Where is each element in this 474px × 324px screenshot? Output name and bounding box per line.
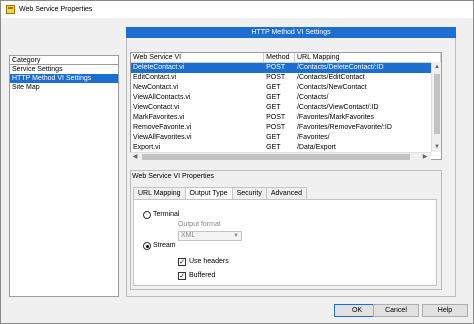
- cell-web-service-vi: ViewContact.vi: [133, 104, 180, 111]
- cell-url-mapping: /Contacts/ViewContact/:ID: [296, 104, 379, 111]
- table-row[interactable]: MarkFavorites.vi POST/Favorites/MarkFavor…: [131, 113, 441, 123]
- vi-table: Web Service VI Method URL Mapping Delete…: [130, 52, 442, 160]
- vi-properties-title: Web Service VI Properties: [132, 173, 214, 180]
- tab-security[interactable]: Security: [231, 187, 267, 199]
- output-type-panel: Terminal Output format XML ▼ Stream ✓ Us…: [133, 199, 437, 286]
- cell-web-service-vi: MarkFavorites.vi: [133, 114, 185, 121]
- cell-method: POST: [266, 114, 286, 121]
- table-row[interactable]: ViewAllContacts.vi GET/Contacts/: [131, 93, 441, 103]
- table-vertical-scrollbar[interactable]: ▲ ▼: [431, 62, 441, 152]
- cell-web-service-vi: EditContact.vi: [133, 74, 177, 81]
- column-header-url-mapping[interactable]: URL Mapping: [295, 53, 441, 62]
- buffered-label: Buffered: [189, 272, 216, 279]
- table-row[interactable]: ViewContact.vi GET/Contacts/ViewContact/:…: [131, 103, 441, 113]
- scroll-down-icon[interactable]: ▼: [433, 143, 441, 151]
- cell-web-service-vi: ViewAllContacts.vi: [133, 94, 191, 101]
- use-headers-checkbox[interactable]: ✓: [178, 258, 186, 266]
- terminal-radio[interactable]: [143, 211, 151, 219]
- table-header: Web Service VI Method URL Mapping: [131, 53, 441, 63]
- horizontal-scroll-thumb[interactable]: [142, 154, 410, 160]
- app-icon: [6, 5, 15, 14]
- cell-web-service-vi: ViewAllFavorites.vi: [133, 134, 192, 141]
- cell-method: GET: [266, 104, 281, 111]
- window-title: Web Service Properties: [19, 6, 93, 13]
- cell-url-mapping: /Contacts/DeleteContact/:ID: [296, 64, 384, 71]
- cell-url-mapping: /Contacts/: [296, 94, 329, 101]
- section-title: HTTP Method VI Settings: [126, 27, 456, 38]
- table-body: DeleteContact.vi POST/Contacts/DeleteCont…: [131, 63, 441, 159]
- category-item[interactable]: Service Settings: [10, 65, 118, 74]
- cell-url-mapping: /Favorites/RemoveFavorite/:ID: [296, 124, 392, 131]
- category-header: Category: [10, 56, 118, 65]
- cell-method: GET: [266, 94, 281, 101]
- cell-url-mapping: /Contacts/NewContact: [296, 84, 367, 91]
- cell-web-service-vi: DeleteContact.vi: [133, 64, 185, 71]
- cell-url-mapping: /Favorites/: [296, 134, 330, 141]
- table-row[interactable]: ViewAllFavorites.vi GET/Favorites/: [131, 133, 441, 143]
- scroll-right-icon[interactable]: ▶: [421, 153, 429, 161]
- stream-radio[interactable]: [143, 242, 151, 250]
- use-headers-label: Use headers: [189, 258, 229, 265]
- cell-url-mapping: /Contacts/EditContact: [296, 74, 365, 81]
- scroll-left-icon[interactable]: ◀: [131, 153, 139, 161]
- category-item[interactable]: Site Map: [10, 83, 118, 92]
- tab-url-mapping[interactable]: URL Mapping: [133, 187, 186, 199]
- title-bar: Web Service Properties: [1, 1, 473, 18]
- category-item[interactable]: HTTP Method VI Settings: [10, 74, 118, 83]
- column-header-method[interactable]: Method: [264, 53, 295, 62]
- vertical-scroll-thumb[interactable]: [434, 74, 440, 134]
- table-row[interactable]: RemoveFavorite.vi POST/Favorites/RemoveFa…: [131, 123, 441, 133]
- cell-method: GET: [266, 84, 281, 91]
- cell-web-service-vi: RemoveFavorite.vi: [133, 124, 192, 131]
- tab-advanced[interactable]: Advanced: [265, 187, 307, 199]
- table-row[interactable]: DeleteContact.vi POST/Contacts/DeleteCont…: [131, 63, 441, 73]
- cell-method: POST: [266, 124, 286, 131]
- terminal-label: Terminal: [153, 211, 180, 218]
- chevron-down-icon: ▼: [233, 233, 239, 239]
- column-header-web-service-vi[interactable]: Web Service VI: [131, 53, 265, 62]
- table-row[interactable]: NewContact.vi GET/Contacts/NewContact: [131, 83, 441, 93]
- output-format-value: XML: [181, 232, 196, 239]
- category-list: Service Settings HTTP Method VI Settings S…: [10, 65, 118, 92]
- stream-label: Stream: [153, 242, 176, 249]
- category-panel: Category Service Settings HTTP Method VI …: [9, 55, 119, 297]
- output-format-select[interactable]: XML ▼: [178, 231, 242, 241]
- table-row[interactable]: EditContact.vi POST/Contacts/EditContact: [131, 73, 441, 83]
- cell-web-service-vi: NewContact.vi: [133, 84, 179, 91]
- cell-method: GET: [266, 134, 281, 141]
- cancel-button[interactable]: Cancel: [373, 304, 419, 317]
- properties-tabs: URL Mapping Output Type Security Advance…: [133, 187, 307, 200]
- buffered-checkbox[interactable]: ✓: [178, 272, 186, 280]
- cell-method: POST: [266, 64, 286, 71]
- cell-method: POST: [266, 74, 286, 81]
- table-horizontal-scrollbar[interactable]: ◀ ▶: [130, 152, 431, 160]
- help-button[interactable]: Help: [422, 304, 468, 317]
- scroll-up-icon[interactable]: ▲: [433, 63, 441, 71]
- output-format-label: Output format: [178, 221, 221, 228]
- cell-url-mapping: /Favorites/MarkFavorites: [296, 114, 374, 121]
